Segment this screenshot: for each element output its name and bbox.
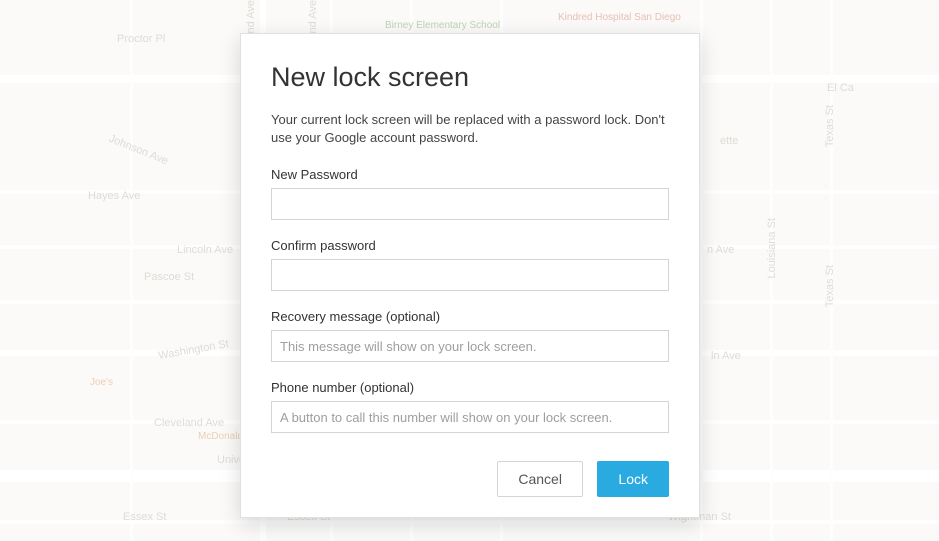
- confirm-password-input[interactable]: [271, 259, 669, 291]
- cancel-button[interactable]: Cancel: [497, 461, 583, 497]
- lock-button[interactable]: Lock: [597, 461, 669, 497]
- dialog-title: New lock screen: [271, 62, 669, 93]
- recovery-message-group: Recovery message (optional): [271, 309, 669, 362]
- new-password-group: New Password: [271, 167, 669, 220]
- new-password-label: New Password: [271, 167, 669, 182]
- phone-number-label: Phone number (optional): [271, 380, 669, 395]
- recovery-message-input[interactable]: [271, 330, 669, 362]
- confirm-password-label: Confirm password: [271, 238, 669, 253]
- new-password-input[interactable]: [271, 188, 669, 220]
- dialog-actions: Cancel Lock: [271, 461, 669, 497]
- recovery-message-label: Recovery message (optional): [271, 309, 669, 324]
- confirm-password-group: Confirm password: [271, 238, 669, 291]
- phone-number-group: Phone number (optional): [271, 380, 669, 433]
- lock-screen-dialog: New lock screen Your current lock screen…: [240, 33, 700, 518]
- dialog-description: Your current lock screen will be replace…: [271, 111, 669, 147]
- phone-number-input[interactable]: [271, 401, 669, 433]
